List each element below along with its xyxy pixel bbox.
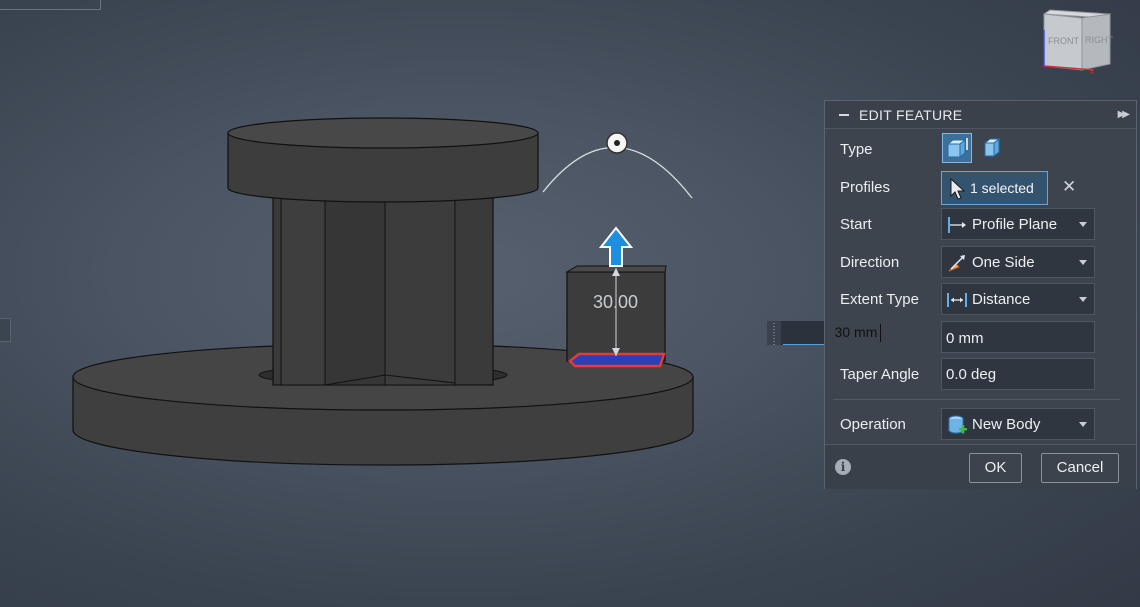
top-disc[interactable] <box>227 117 539 203</box>
extent-type-label: Extent Type <box>840 291 919 308</box>
dimension-label[interactable]: 30.00 <box>593 292 638 313</box>
type-extrude-thin-button[interactable] <box>977 133 1007 163</box>
start-label: Start <box>840 216 872 233</box>
distance-field[interactable]: 0 mm <box>941 321 1095 353</box>
type-label: Type <box>840 141 873 158</box>
direction-value: One Side <box>972 254 1035 271</box>
chevron-down-icon <box>1079 222 1087 227</box>
type-extrude-solid-button[interactable] <box>942 133 972 163</box>
profiles-selection-button[interactable]: 1 selected <box>941 171 1048 205</box>
start-value: Profile Plane <box>972 216 1058 233</box>
operation-value: New Body <box>972 416 1041 433</box>
viewcube-right-label: RIGHT <box>1085 35 1114 45</box>
operation-dropdown[interactable]: New Body <box>941 408 1095 440</box>
panel-header: EDIT FEATURE ▶▶ <box>825 101 1136 129</box>
chevron-down-icon <box>1079 422 1087 427</box>
start-dropdown[interactable]: Profile Plane <box>941 208 1095 240</box>
extent-type-dropdown[interactable]: Distance <box>941 283 1095 315</box>
taper-angle-input[interactable]: 0.0 deg <box>941 358 1095 390</box>
taper-arc <box>542 146 693 199</box>
cancel-button[interactable]: Cancel <box>1041 453 1119 483</box>
distance-icon <box>947 293 967 307</box>
chevron-down-icon <box>1079 260 1087 265</box>
panel-title: EDIT FEATURE <box>859 107 963 123</box>
info-icon[interactable]: i <box>835 459 851 475</box>
extrude-thin-icon <box>983 137 1001 158</box>
collapse-icon[interactable] <box>839 114 849 116</box>
svg-text:x: x <box>1090 67 1094 76</box>
profiles-value: 1 selected <box>970 180 1034 196</box>
direction-dropdown[interactable]: One Side <box>941 246 1095 278</box>
cursor-select-icon <box>950 177 966 200</box>
taper-angle-value: 0.0 deg <box>946 366 997 383</box>
extrude-solid-icon <box>946 138 968 159</box>
profile-plane-icon <box>948 217 966 233</box>
direction-label: Direction <box>840 254 900 271</box>
expand-panel-icon[interactable]: ▶▶ <box>1118 109 1131 120</box>
viewcube-front-label: FRONT <box>1048 36 1079 46</box>
text-caret <box>880 324 881 342</box>
drag-grip-icon[interactable] <box>767 321 781 345</box>
ok-button[interactable]: OK <box>969 453 1022 483</box>
distance-field-text: 0 mm <box>946 330 984 347</box>
taper-angle-label: Taper Angle <box>840 366 920 383</box>
operation-label: Operation <box>840 416 906 433</box>
extent-type-value: Distance <box>972 291 1031 308</box>
distance-arrow-icon[interactable] <box>598 226 634 267</box>
one-side-icon <box>948 255 965 272</box>
new-body-icon <box>948 415 967 434</box>
profiles-label: Profiles <box>840 179 891 196</box>
chevron-down-icon <box>1079 297 1087 302</box>
panel-footer: i OK Cancel <box>825 444 1136 489</box>
section-divider <box>833 399 1120 400</box>
distance-input-value[interactable]: 30 mm <box>783 324 929 340</box>
edit-feature-panel: EDIT FEATURE ▶▶ Type Profiles 1 selected… <box>824 100 1137 489</box>
clear-selection-icon[interactable]: ✕ <box>1062 177 1076 197</box>
center-column[interactable] <box>272 194 494 386</box>
viewcube-icon[interactable]: FRONT RIGHT x <box>1042 9 1114 76</box>
